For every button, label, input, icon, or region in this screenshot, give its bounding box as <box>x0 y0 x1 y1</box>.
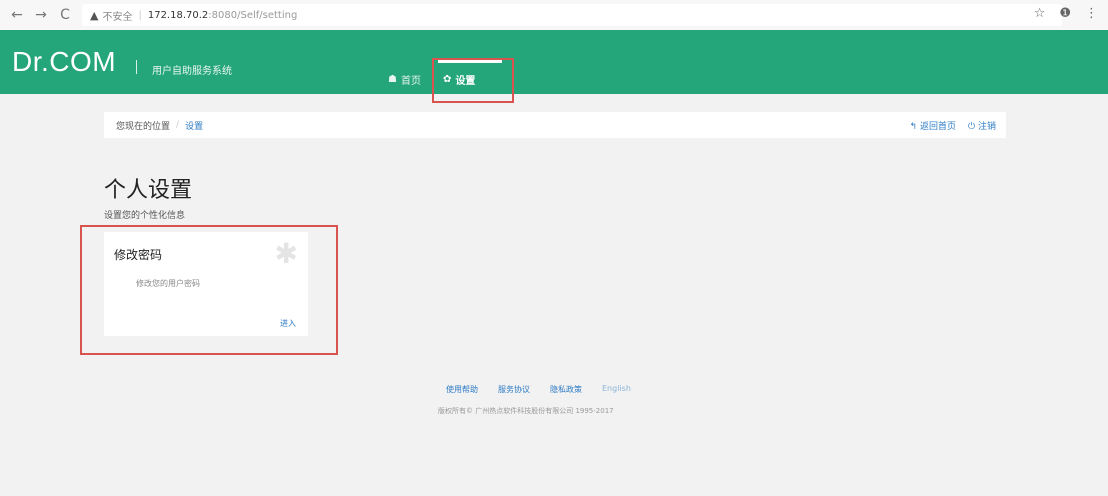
return-arrow-icon: ↰ <box>909 122 918 132</box>
footer-link-help[interactable]: 使用帮助 <box>446 384 478 395</box>
forward-arrow-icon[interactable]: → <box>32 6 50 24</box>
highlight-box-settings-tab <box>432 58 514 103</box>
footer-link-terms[interactable]: 服务协议 <box>498 384 530 395</box>
url-host: 172.18.70.2 <box>147 9 209 21</box>
address-bar[interactable]: ▲ 不安全 | 172.18.70.2 :8080/Self/setting <box>82 4 1062 26</box>
browser-actions: ☆ ❶ ⋮ <box>1034 6 1098 21</box>
back-arrow-icon[interactable]: ← <box>8 6 26 24</box>
change-password-card[interactable]: 修改密码 ✱ 修改您的用户密码 进入 <box>104 232 308 336</box>
address-separator: | <box>138 9 142 21</box>
breadcrumb: 您现在的位置 / 设置 ↰ 返回首页 ⏻ 注销 <box>104 112 1006 138</box>
logout-label: 注销 <box>977 122 996 132</box>
card-title: 修改密码 <box>114 248 163 262</box>
browser-menu-icon[interactable]: ⋮ <box>1085 6 1098 21</box>
reload-icon[interactable]: C <box>56 6 74 24</box>
power-icon: ⏻ <box>967 122 976 132</box>
account-icon[interactable]: ❶ <box>1059 6 1071 21</box>
footer-link-english[interactable]: English <box>602 384 631 395</box>
enter-link[interactable]: 进入 <box>280 318 296 329</box>
app-header: Dr.COM 用户自助服务系统 ☗ 首页 ✿ 设置 <box>0 30 1108 94</box>
breadcrumb-divider: / <box>176 120 180 130</box>
copyright: 版权所有© 广州热点软件科技股份有限公司 1995-2017 <box>438 407 614 415</box>
logo-divider <box>136 60 137 74</box>
footer-link-privacy[interactable]: 隐私政策 <box>550 384 582 395</box>
security-status[interactable]: 不安全 <box>102 8 132 23</box>
home-icon: ☗ <box>388 74 397 85</box>
page-title: 个人设置 <box>104 178 193 203</box>
footer-links: 使用帮助 服务协议 隐私政策 English <box>446 384 631 395</box>
nav-item-label: 首页 <box>400 76 421 87</box>
card-description: 修改您的用户密码 <box>136 279 200 288</box>
logo[interactable]: Dr.COM <box>12 46 116 78</box>
back-home-label: 返回首页 <box>919 122 956 132</box>
bookmark-star-icon[interactable]: ☆ <box>1034 6 1046 21</box>
back-home-link[interactable]: ↰ 返回首页 <box>910 119 956 132</box>
warning-icon: ▲ <box>90 8 99 22</box>
page-subtitle: 设置您的个性化信息 <box>104 211 186 221</box>
breadcrumb-location-label: 您现在的位置 <box>116 121 171 132</box>
asterisk-icon: ✱ <box>274 237 298 270</box>
breadcrumb-current[interactable]: 设置 <box>185 119 203 132</box>
url-path: :8080/Self/setting <box>208 9 298 21</box>
logout-link[interactable]: ⏻ 注销 <box>968 119 996 132</box>
nav-item-home[interactable]: ☗ 首页 <box>388 72 421 87</box>
browser-toolbar: ← → C ▲ 不安全 | 172.18.70.2 :8080/Self/set… <box>0 0 1108 31</box>
system-name: 用户自助服务系统 <box>152 66 232 77</box>
breadcrumb-actions: ↰ 返回首页 ⏻ 注销 <box>910 119 996 132</box>
